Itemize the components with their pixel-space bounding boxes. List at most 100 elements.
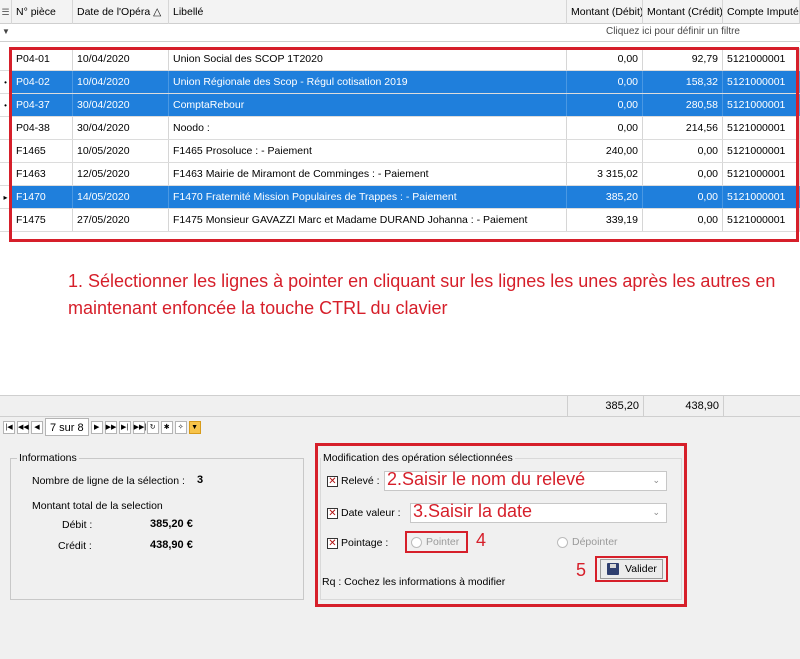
cell-debit: 0,00 <box>567 117 643 139</box>
table-row[interactable]: F1465 10/05/2020 F1465 Prosoluce : - Pai… <box>0 140 800 163</box>
informations-legend: Informations <box>17 452 79 464</box>
selection-total-label: Montant total de la selection <box>32 500 163 512</box>
sort-ascending-icon: △ <box>153 6 162 18</box>
step-5-annotation: 5 <box>576 560 587 580</box>
column-chooser-icon[interactable]: ☰ <box>0 0 12 24</box>
first-page-icon[interactable]: |◀ <box>3 420 15 434</box>
cell-credit: 0,00 <box>643 163 723 185</box>
cell-libelle: Union Régionale des Scop - Régul cotisat… <box>169 71 567 93</box>
row-indicator <box>0 117 12 139</box>
step-4-annotation: 4 <box>476 530 487 550</box>
previous-record-icon[interactable]: ◀ <box>31 420 43 434</box>
depointer-label: Dépointer <box>572 536 618 548</box>
pointage-label: Pointage : <box>341 537 389 549</box>
table-row[interactable]: P04-38 30/04/2020 Noodo : 0,00 214,56 51… <box>0 117 800 140</box>
table-row[interactable]: F1463 12/05/2020 F1463 Mairie de Miramon… <box>0 163 800 186</box>
table-row[interactable]: P04-01 10/04/2020 Union Social des SCOP … <box>0 48 800 71</box>
cell-libelle: Union Social des SCOP 1T2020 <box>169 48 567 70</box>
pointage-checkbox[interactable]: ✕ <box>327 538 338 549</box>
row-selected-icon: • <box>0 94 12 116</box>
filter-row[interactable]: ▼ Cliquez ici pour définir un filtre <box>0 24 800 42</box>
table-row[interactable]: F1475 27/05/2020 F1475 Monsieur GAVAZZI … <box>0 209 800 232</box>
credit-value: 438,90 € <box>150 539 193 551</box>
cell-credit: 158,32 <box>643 71 723 93</box>
cell-piece: F1475 <box>12 209 73 231</box>
releve-combo[interactable]: 2.Saisir le nom du relevé ⌄ <box>384 469 667 491</box>
cell-credit: 92,79 <box>643 48 723 70</box>
cell-compte: 5121000001 <box>723 71 800 93</box>
cell-date: 27/05/2020 <box>73 209 169 231</box>
cell-date: 10/04/2020 <box>73 48 169 70</box>
cell-libelle: F1475 Monsieur GAVAZZI Marc et Madame DU… <box>169 209 567 231</box>
filter-funnel-icon: ▼ <box>2 27 10 36</box>
table-row[interactable]: • P04-02 10/04/2020 Union Régionale des … <box>0 71 800 94</box>
total-credit: 438,90 <box>685 400 719 412</box>
table-row[interactable]: • P04-37 30/04/2020 ComptaRebour 0,00 28… <box>0 94 800 117</box>
cell-debit: 339,19 <box>567 209 643 231</box>
grid-header: ☰ N° pièce Date de l'Opéra △ Libellé Mon… <box>0 0 800 24</box>
date-valeur-label: Date valeur : <box>341 507 401 519</box>
cell-credit: 0,00 <box>643 186 723 208</box>
cell-debit: 3 315,02 <box>567 163 643 185</box>
column-header-piece[interactable]: N° pièce <box>12 0 73 24</box>
next-record-icon[interactable]: ▶ <box>90 420 103 434</box>
cell-debit: 0,00 <box>567 94 643 116</box>
last-page-icon[interactable]: ▶| <box>118 420 131 434</box>
date-valeur-checkbox[interactable]: ✕ <box>327 508 338 519</box>
filter-icon[interactable]: ▼ <box>188 420 201 434</box>
row-selected-icon: • <box>0 71 12 93</box>
previous-page-icon[interactable]: ◀◀ <box>17 420 29 434</box>
record-navigator: |◀ ◀◀ ◀ 7 sur 8 ▶ ▶▶ ▶| ▶▶| ↻ ✱ ✧ ▼ <box>0 417 800 437</box>
cell-piece: P04-38 <box>12 117 73 139</box>
table-row[interactable]: ▸ F1470 14/05/2020 F1470 Fraternité Miss… <box>0 186 800 209</box>
cell-piece: P04-01 <box>12 48 73 70</box>
column-header-credit[interactable]: Montant (Crédit) <box>643 0 723 24</box>
cell-date: 10/05/2020 <box>73 140 169 162</box>
releve-label: Relevé : <box>341 475 380 487</box>
cell-debit: 0,00 <box>567 71 643 93</box>
cell-debit: 385,20 <box>567 186 643 208</box>
valider-button[interactable]: Valider <box>600 559 663 579</box>
cell-compte: 5121000001 <box>723 48 800 70</box>
record-position: 7 sur 8 <box>45 418 89 436</box>
column-header-compte[interactable]: Compte Imputé <box>723 0 800 24</box>
modification-legend: Modification des opération sélectionnées <box>321 452 515 464</box>
date-annotation: 3.Saisir la date <box>413 501 533 521</box>
cell-debit: 240,00 <box>567 140 643 162</box>
current-row-icon: ▸ <box>0 186 12 208</box>
cell-compte: 5121000001 <box>723 117 800 139</box>
pointer-label: Pointer <box>426 536 460 548</box>
next-page-icon[interactable]: ▶▶ <box>104 420 117 434</box>
cell-date: 10/04/2020 <box>73 71 169 93</box>
cell-libelle: F1470 Fraternité Mission Populaires de T… <box>169 186 567 208</box>
column-header-debit[interactable]: Montant (Débit) <box>567 0 643 24</box>
pointer-radio[interactable] <box>411 537 422 548</box>
selection-count-label: Nombre de ligne de la sélection : <box>32 475 185 487</box>
row-indicator <box>0 48 12 70</box>
date-valeur-combo[interactable]: 3.Saisir la date ⌄ <box>410 501 667 523</box>
chevron-down-icon: ⌄ <box>652 475 660 485</box>
row-indicator <box>0 163 12 185</box>
wand-icon[interactable]: ✧ <box>174 420 187 434</box>
cell-compte: 5121000001 <box>723 94 800 116</box>
cell-compte: 5121000001 <box>723 140 800 162</box>
cell-date: 30/04/2020 <box>73 117 169 139</box>
cell-compte: 5121000001 <box>723 209 800 231</box>
depointer-radio[interactable] <box>557 537 568 548</box>
last-record-icon[interactable]: ▶▶| <box>132 420 146 434</box>
cell-libelle: F1465 Prosoluce : - Paiement <box>169 140 567 162</box>
row-indicator <box>0 140 12 162</box>
column-header-date[interactable]: Date de l'Opéra △ <box>73 0 169 24</box>
cell-piece: F1463 <box>12 163 73 185</box>
column-header-libelle[interactable]: Libellé <box>169 0 567 24</box>
debit-label: Débit : <box>62 519 93 531</box>
releve-checkbox[interactable]: ✕ <box>327 476 338 487</box>
asterisk-icon[interactable]: ✱ <box>160 420 173 434</box>
totals-bar: 385,20 438,90 <box>0 395 800 417</box>
filter-hint[interactable]: Cliquez ici pour définir un filtre <box>606 26 740 37</box>
cell-piece: P04-37 <box>12 94 73 116</box>
column-header-date-label: Date de l'Opéra <box>77 6 151 18</box>
cell-libelle: F1463 Mairie de Miramont de Comminges : … <box>169 163 567 185</box>
refresh-icon[interactable]: ↻ <box>146 420 159 434</box>
grid-rows: P04-01 10/04/2020 Union Social des SCOP … <box>0 48 800 232</box>
